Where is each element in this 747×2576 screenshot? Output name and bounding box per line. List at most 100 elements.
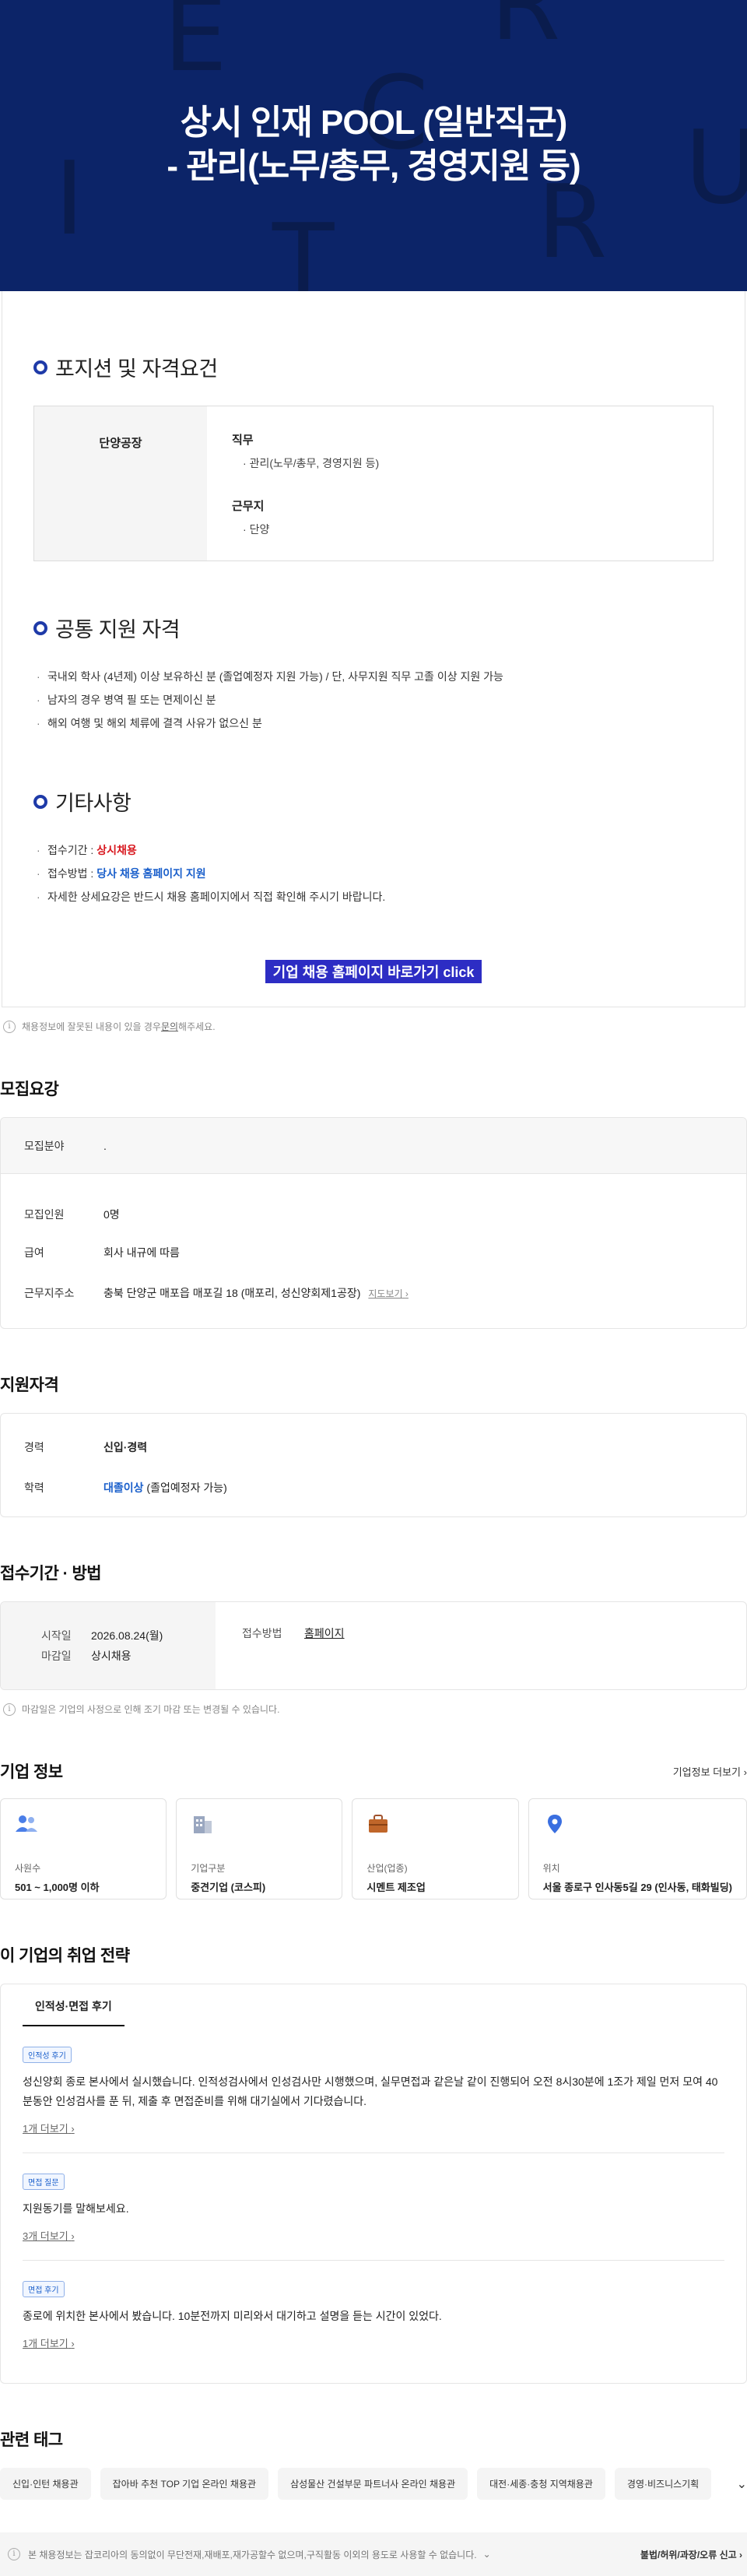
recruit-box: 모집분야 . 모집인원 0명 급여 회사 내규에 따름 근무지주소 충북 단양군… <box>0 1117 747 1329</box>
list-item: 자세한 상세요강은 반드시 채용 홈페이지에서 직접 확인해 주시기 바랍니다. <box>37 885 710 908</box>
position-table: 단양공장 직무 · 관리(노무/총무, 경영지원 등) 근무지 · 단양 <box>33 406 714 561</box>
report-link[interactable]: 불법/허위/과장/오류 신고 › <box>640 2548 742 2561</box>
list-item: 남자의 경우 병역 필 또는 면제이신 분 <box>37 688 710 712</box>
building-icon <box>191 1813 328 1841</box>
deadline-notice: i 마감일은 기업의 사정으로 인해 조기 마감 또는 변경될 수 있습니다. <box>3 1703 744 1716</box>
chevron-right-icon: › <box>71 2338 75 2349</box>
strategy-box: 인적성·면접 후기 인적성 후기 성신양회 종로 본사에서 실시했습니다. 인적… <box>0 1984 747 2384</box>
chevron-right-icon: › <box>743 1766 747 1778</box>
review-badge: 면접 후기 <box>23 2281 65 2297</box>
location-value: · 단양 <box>243 523 270 536</box>
footer-notice: i 본 채용정보는 잡코리아의 동의없이 무단전재,재배포,재가공할수 없으며,… <box>0 2532 747 2576</box>
chevron-down-icon[interactable]: ⌄ <box>737 2476 747 2492</box>
salary-label: 급여 <box>24 1246 44 1259</box>
strategy-title: 이 기업의 취업 전략 <box>0 1947 130 1965</box>
company-card-employees: 사원수 501 ~ 1,000명 이하 <box>0 1798 167 1899</box>
common-section-header: 공통 지원 자격 <box>33 561 714 643</box>
chevron-right-icon: › <box>71 2230 75 2242</box>
etc-section-header: 기타사항 <box>33 735 714 817</box>
etc-section-title: 기타사항 <box>55 792 132 815</box>
info-icon: i <box>8 2548 20 2560</box>
circle-bullet-icon <box>33 794 47 809</box>
location-pin-icon <box>543 1813 732 1841</box>
review-more-link[interactable]: 1개 더보기 › <box>23 2335 724 2350</box>
qualification-box: 경력 신입·경력 학력 대졸이상 (졸업예정자 가능) <box>0 1413 747 1517</box>
recruit-title: 모집요강 <box>0 1081 59 1098</box>
review-badge: 인적성 후기 <box>23 2047 72 2063</box>
position-site: 단양공장 <box>34 406 207 561</box>
footer-notice-text: 본 채용정보는 잡코리아의 동의없이 무단전재,재배포,재가공할수 없으며,구직… <box>28 2549 477 2560</box>
review-more-link[interactable]: 3개 더보기 › <box>23 2228 724 2243</box>
tag-item[interactable]: 잡아바 추천 TOP 기업 온라인 채용관 <box>100 2468 269 2500</box>
company-card-industry: 산업(업종) 시멘트 제조업 <box>352 1798 519 1899</box>
deco-letter: T <box>272 202 335 291</box>
company-title: 기업 정보 <box>0 1763 63 1781</box>
list-item: 접수기간 : 상시채용 <box>37 838 710 862</box>
chevron-down-icon[interactable]: ⌄ <box>483 2549 491 2560</box>
tag-item[interactable]: 삼성물산 건설부문 파트너사 온라인 채용관 <box>278 2468 468 2500</box>
inquiry-link[interactable]: 문의 <box>161 1020 178 1033</box>
job-description: 포지션 및 자격요건 단양공장 직무 · 관리(노무/총무, 경영지원 등) 근… <box>2 291 745 1007</box>
hero-title-line2: - 관리(노무/총무, 경영지원 등) <box>167 147 580 185</box>
hero-title-line1: 상시 인재 POOL (일반직군) <box>180 104 568 142</box>
address-value: 충북 단양군 매포읍 매포길 18 (매포리, 성신양회제1공장) <box>103 1287 361 1299</box>
common-section-title: 공통 지원 자격 <box>55 618 181 641</box>
review-text: 성신양회 종로 본사에서 실시했습니다. 인적성검사에서 인성검사만 시행했으며… <box>23 2075 718 2107</box>
end-value: 상시채용 <box>91 1650 132 1662</box>
circle-bullet-icon <box>33 360 47 374</box>
review-text: 종로에 위치한 본사에서 봤습니다. 10분전까지 미리와서 대기하고 설명을 … <box>23 2310 442 2322</box>
common-requirements-list: 국내외 학사 (4년제) 이상 보유하신 분 (졸업예정자 지원 가능) / 단… <box>37 665 710 735</box>
map-link[interactable]: 지도보기 › <box>368 1287 409 1300</box>
circle-bullet-icon <box>33 620 47 635</box>
education-label: 학력 <box>24 1481 44 1494</box>
company-cards: 사원수 501 ~ 1,000명 이하 기업구분 중견기업 (코스피) 산업(업… <box>0 1798 747 1899</box>
review-more-link[interactable]: 1개 더보기 › <box>23 2121 724 2135</box>
tag-item[interactable]: 경영·비즈니스기획 <box>614 2468 712 2500</box>
people-icon <box>15 1813 152 1841</box>
career-label: 경력 <box>24 1441 44 1453</box>
field-label: 모집분야 <box>24 1139 65 1152</box>
tab-aptitude-interview[interactable]: 인적성·면접 후기 <box>23 1984 124 2026</box>
address-label: 근무지주소 <box>24 1287 75 1299</box>
company-more-link[interactable]: 기업정보 더보기 › <box>673 1764 747 1779</box>
review-item: 면접 질문 지원동기를 말해보세요. 3개 더보기 › <box>23 2153 724 2261</box>
list-item: 해외 여행 및 해외 체류에 결격 사유가 없으신 분 <box>37 712 710 735</box>
career-value: 신입·경력 <box>103 1441 148 1453</box>
tag-item[interactable]: 대전·세종·충청 지역채용관 <box>477 2468 605 2500</box>
position-section-title: 포지션 및 자격요건 <box>55 357 218 381</box>
review-badge: 면접 질문 <box>23 2174 65 2190</box>
hero-title: 상시 인재 POOL (일반직군) - 관리(노무/총무, 경영지원 등) <box>0 101 747 188</box>
tag-item[interactable]: 신입·인턴 채용관 <box>0 2468 91 2500</box>
qualification-title: 지원자격 <box>0 1376 59 1394</box>
headcount-label: 모집인원 <box>24 1208 65 1221</box>
period-title: 접수기간 · 방법 <box>0 1565 102 1583</box>
info-icon: i <box>3 1020 16 1033</box>
etc-list: 접수기간 : 상시채용 접수방법 : 당사 채용 홈페이지 지원 자세한 상세요… <box>37 838 710 908</box>
briefcase-icon <box>366 1813 503 1841</box>
start-label: 시작일 <box>41 1629 72 1642</box>
info-icon: i <box>3 1703 16 1716</box>
deco-letter: R <box>490 0 561 63</box>
period-box: 시작일 2026.08.24(월) 마감일 상시채용 접수방법 홈페이지 <box>0 1601 747 1690</box>
review-item: 면접 후기 종로에 위치한 본사에서 봤습니다. 10분전까지 미리와서 대기하… <box>23 2261 724 2367</box>
tag-list: 신입·인턴 채용관 잡아바 추천 TOP 기업 온라인 채용관 삼성물산 건설부… <box>0 2468 747 2500</box>
deco-letter: E <box>163 0 228 94</box>
company-homepage-button[interactable]: 기업 채용 홈페이지 바로가기 click <box>265 960 482 983</box>
review-item: 인적성 후기 성신양회 종로 본사에서 실시했습니다. 인적성검사에서 인성검사… <box>23 2026 724 2153</box>
duty-value: · 관리(노무/총무, 경영지원 등) <box>243 457 380 469</box>
salary-value: 회사 내규에 따름 <box>103 1246 180 1259</box>
duty-label: 직무 <box>232 434 254 447</box>
tags-title: 관련 태그 <box>0 2431 63 2449</box>
hero-banner: E I C R T R U 상시 인재 POOL (일반직군) - 관리(노무/… <box>0 0 747 291</box>
list-item: 국내외 학사 (4년제) 이상 보유하신 분 (졸업예정자 지원 가능) / 단… <box>37 665 710 688</box>
position-section-header: 포지션 및 자격요건 <box>33 291 714 382</box>
end-label: 마감일 <box>41 1650 72 1662</box>
method-link[interactable]: 홈페이지 <box>304 1625 345 1689</box>
chevron-right-icon: › <box>71 2123 75 2135</box>
method-label: 접수방법 <box>242 1627 282 1639</box>
education-value: 대졸이상 (졸업예정자 가능) <box>103 1481 227 1494</box>
headcount-value: 0명 <box>103 1208 120 1221</box>
field-value: . <box>103 1139 107 1152</box>
review-text: 지원동기를 말해보세요. <box>23 2202 129 2215</box>
company-card-location: 위치 서울 종로구 인사동5길 29 (인사동, 태화빌딩) <box>528 1798 747 1899</box>
